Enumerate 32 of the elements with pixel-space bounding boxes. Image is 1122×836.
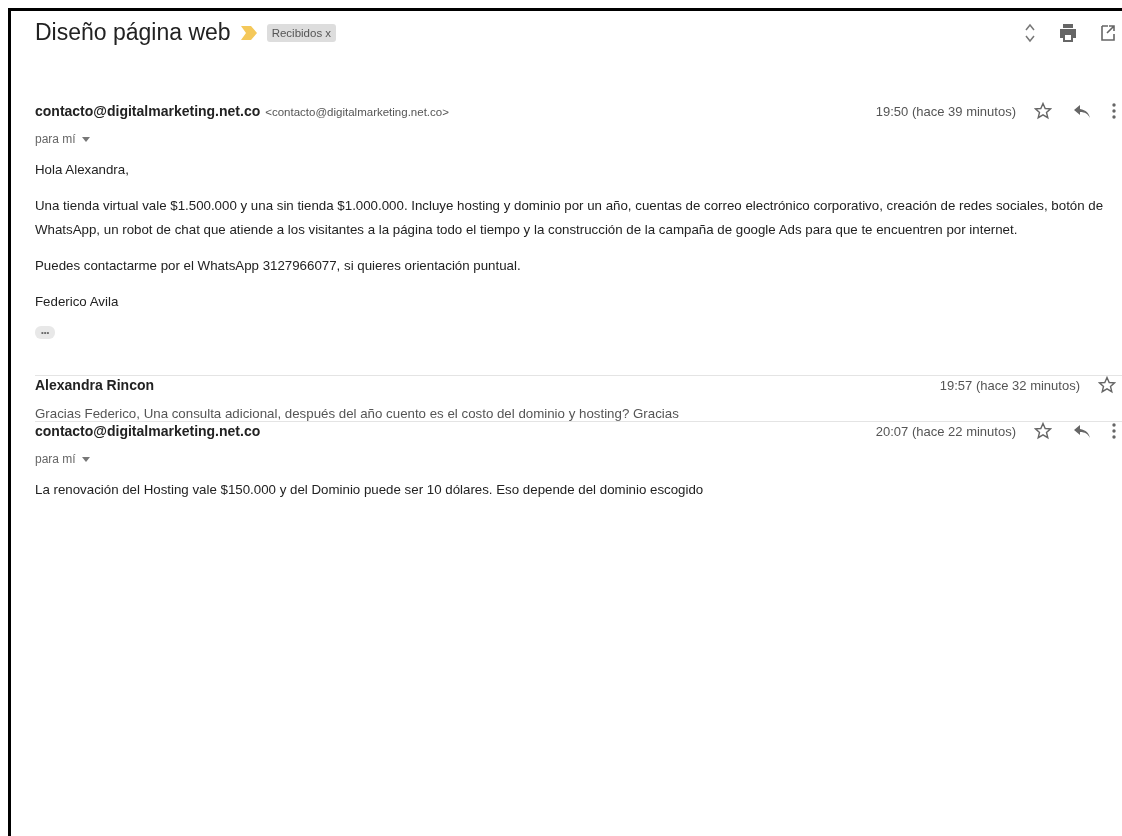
message-paragraph: Federico Avila xyxy=(35,293,120,311)
message-paragraph: Una tienda virtual vale $1.500.000 y una sin tienda $1.000.000. Incluye hosting y dominio por un año, cuentas de correo electrónico corporativo, creación de redes sociales, botón de WhatsApp, un robot de chat que atiende a los visitantes a la página todo el tiempo y la construcción de la campaña de google Ads para que te encuentren por internet. xyxy=(35,197,1105,239)
message-snippet: Gracias Federico, Una consulta adicional, después del año cuento es el costo del dominio y hosting? Gracias xyxy=(35,406,680,421)
message-time: 20:07 (hace 22 minutos) xyxy=(875,423,1016,439)
star-icon[interactable] xyxy=(1034,102,1052,120)
sender-name: Alexandra Rincon xyxy=(35,377,155,393)
recipient-dropdown[interactable]: para mí xyxy=(35,132,90,146)
sender-email: <contacto@digitalmarketing.net.co> xyxy=(265,106,449,118)
star-icon[interactable] xyxy=(1034,422,1052,440)
message-time: 19:57 (hace 32 minutos) xyxy=(939,377,1080,393)
message-paragraph: Puedes contactarme por el WhatsApp 3127966077, si quieres orientación puntual. xyxy=(35,257,522,275)
reply-icon[interactable] xyxy=(1074,424,1090,438)
sender-name: contacto@digitalmarketing.net.co xyxy=(35,103,261,119)
star-icon[interactable] xyxy=(1098,376,1116,394)
message-paragraph: Hola Alexandra, xyxy=(35,161,130,179)
message-time: 19:50 (hace 39 minutos) xyxy=(875,103,1016,119)
show-trimmed-content-button[interactable]: ••• xyxy=(35,326,56,339)
expand-collapse-icon[interactable] xyxy=(1024,21,1036,44)
sender-name: contacto@digitalmarketing.net.co xyxy=(35,423,261,439)
importance-marker-icon[interactable] xyxy=(240,25,257,40)
caret-icon xyxy=(81,136,90,142)
message-paragraph: La renovación del Hosting vale $150.000 y del Dominio puede ser 10 dólares. Eso depende del dominio escogido xyxy=(35,481,705,499)
email-subject: Diseño página web xyxy=(35,19,231,46)
remove-label-button[interactable]: x xyxy=(325,26,332,39)
more-options-icon[interactable] xyxy=(1112,102,1116,120)
recipient-dropdown[interactable]: para mí xyxy=(35,452,90,466)
print-icon[interactable] xyxy=(1058,21,1078,44)
inbox-label[interactable]: Recibidos x xyxy=(266,23,337,42)
new-window-icon[interactable] xyxy=(1100,22,1116,43)
caret-icon xyxy=(81,456,90,462)
reply-icon[interactable] xyxy=(1074,104,1090,118)
more-options-icon[interactable] xyxy=(1112,422,1116,440)
